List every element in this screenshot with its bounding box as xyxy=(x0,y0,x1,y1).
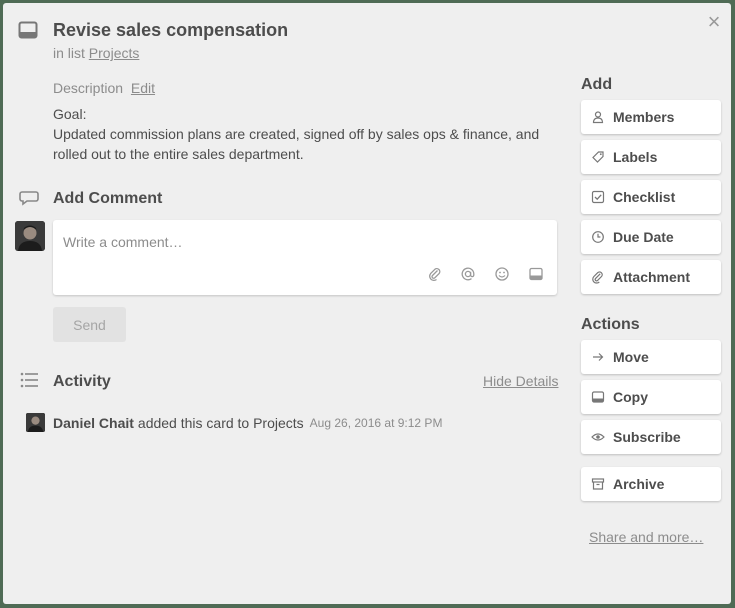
avatar[interactable] xyxy=(15,221,45,251)
emoji-icon[interactable] xyxy=(494,266,510,282)
checklist-button[interactable]: Checklist xyxy=(581,180,721,214)
card-title[interactable]: Revise sales compensation xyxy=(53,20,288,41)
send-button[interactable]: Send xyxy=(53,307,126,342)
hide-details-link[interactable]: Hide Details xyxy=(483,373,558,389)
description-line: Goal: xyxy=(53,106,87,122)
labels-label: Labels xyxy=(613,149,658,165)
subscribe-label: Subscribe xyxy=(613,429,681,445)
members-button[interactable]: Members xyxy=(581,100,721,134)
copy-label: Copy xyxy=(613,389,648,405)
attachment-icon[interactable] xyxy=(427,266,443,282)
tag-icon xyxy=(592,151,604,163)
eye-icon xyxy=(591,433,605,441)
share-and-more-link[interactable]: Share and more… xyxy=(589,529,703,545)
activity-user[interactable]: Daniel Chait xyxy=(53,415,134,431)
user-photo-icon xyxy=(15,221,45,251)
avatar[interactable] xyxy=(26,413,45,432)
user-photo-icon xyxy=(26,413,45,432)
speech-bubble-icon xyxy=(19,191,39,206)
in-list-prefix: in list xyxy=(53,45,85,61)
comment-input[interactable] xyxy=(63,230,543,254)
copy-button[interactable]: Copy xyxy=(581,380,721,414)
archive-button[interactable]: Archive xyxy=(581,467,721,501)
paperclip-icon xyxy=(592,271,603,284)
description-header: Description Edit xyxy=(53,80,155,96)
attachment-label: Attachment xyxy=(613,269,691,285)
description-edit-link[interactable]: Edit xyxy=(131,80,155,96)
card-icon xyxy=(591,391,605,403)
move-label: Move xyxy=(613,349,649,365)
archive-label: Archive xyxy=(613,476,665,492)
add-section-title: Add xyxy=(581,76,613,93)
checklist-label: Checklist xyxy=(613,189,676,205)
person-icon xyxy=(592,111,604,124)
activity-item: Daniel Chait added this card to Projects… xyxy=(26,413,442,432)
attachment-button[interactable]: Attachment xyxy=(581,260,721,294)
list-link[interactable]: Projects xyxy=(89,45,140,61)
clock-icon xyxy=(592,231,604,243)
comment-composer xyxy=(53,220,557,295)
close-icon[interactable]: × xyxy=(703,11,725,33)
due-date-button[interactable]: Due Date xyxy=(581,220,721,254)
checkbox-icon xyxy=(591,190,605,204)
description-label: Description xyxy=(53,80,124,96)
activity-time[interactable]: Aug 26, 2016 at 9:12 PM xyxy=(310,416,443,430)
mention-icon[interactable] xyxy=(460,266,476,282)
archive-icon xyxy=(591,478,605,490)
subscribe-button[interactable]: Subscribe xyxy=(581,420,721,454)
arrow-right-icon xyxy=(593,353,604,361)
card-icon xyxy=(18,21,38,39)
actions-section-title: Actions xyxy=(581,316,640,333)
due-date-label: Due Date xyxy=(613,229,674,245)
activity-title: Activity xyxy=(53,373,111,390)
labels-button[interactable]: Labels xyxy=(581,140,721,174)
card-icon[interactable] xyxy=(528,266,544,282)
card-detail-modal: Revise sales compensation in list Projec… xyxy=(3,3,731,604)
activity-action: added this card to Projects xyxy=(137,414,304,431)
move-button[interactable]: Move xyxy=(581,340,721,374)
add-comment-title: Add Comment xyxy=(53,190,163,207)
description-text: Goal: Updated commission plans are creat… xyxy=(53,104,563,164)
description-line: Updated commission plans are created, si… xyxy=(53,126,540,162)
list-icon xyxy=(20,372,38,388)
members-label: Members xyxy=(613,109,675,125)
card-list-info: in list Projects xyxy=(53,45,139,61)
